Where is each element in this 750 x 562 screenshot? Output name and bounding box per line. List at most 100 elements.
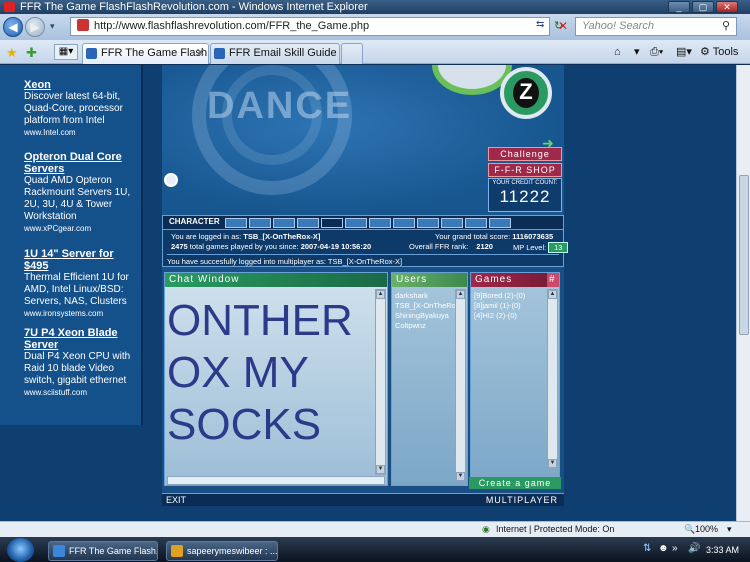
user-item[interactable]: TSB_[X-OnTheRo (395, 301, 456, 310)
users-scrollbar[interactable]: ▲ ▼ (455, 289, 466, 482)
feeds-icon[interactable]: ▾ (634, 44, 640, 60)
character-slot[interactable] (369, 218, 391, 228)
ad-item[interactable]: Opteron Dual Core Servers Quad AMD Opter… (24, 151, 134, 235)
games-hash[interactable]: # (547, 273, 559, 287)
chat-line: OX MY (167, 348, 309, 397)
ad-url[interactable]: www.Intel.com (24, 127, 134, 139)
search-input[interactable]: Yahoo! Search (575, 17, 737, 36)
character-slot[interactable] (225, 218, 247, 228)
page-menu-icon[interactable]: ▤▾ (676, 44, 692, 60)
user-item[interactable]: ShiningByakuya (395, 311, 449, 320)
user-item[interactable]: darkshark (395, 291, 428, 300)
create-game-button[interactable]: Create a game (469, 477, 561, 489)
close-tab-icon[interactable]: ✕ (196, 44, 205, 63)
character-slot[interactable] (249, 218, 271, 228)
ad-url[interactable]: www.ironsystems.com (24, 308, 134, 320)
games-scrollbar[interactable]: ▲ ▼ (547, 289, 558, 469)
page-scrollbar[interactable] (736, 65, 750, 521)
ffr-tab-icon (214, 48, 225, 59)
tray-network-icon[interactable]: ⇅ (643, 543, 651, 554)
start-button[interactable] (7, 538, 34, 562)
zoom-level[interactable]: 100% (695, 522, 718, 537)
internet-zone-icon: ◉ (482, 524, 490, 534)
exit-button[interactable]: EXIT (166, 494, 186, 506)
clock[interactable]: 3:33 AM (706, 542, 739, 558)
maximize-button[interactable]: ▢ (692, 1, 714, 13)
scroll-down-icon[interactable]: ▼ (376, 465, 385, 474)
close-window-button[interactable]: ✕ (716, 1, 738, 13)
ie-icon (53, 545, 65, 557)
print-icon[interactable]: ⎙▾ (650, 44, 663, 60)
chat-line: ONTHER (167, 296, 353, 345)
character-slot[interactable] (465, 218, 487, 228)
grand-total: 1116073635 (512, 232, 554, 241)
game-item[interactable]: [4]HI2 (2)-(0) (474, 311, 517, 320)
favorites-star-icon[interactable]: ★ (6, 45, 18, 61)
ad-title[interactable]: 7U P4 Xeon Blade Server (24, 327, 134, 351)
security-zone[interactable]: Internet | Protected Mode: On (496, 522, 614, 537)
tray-chevron-icon[interactable]: » (672, 543, 678, 554)
zoom-dropdown-icon[interactable]: ▾ (727, 522, 732, 537)
ad-item[interactable]: 1U 14" Server for $495 Thermal Efficient… (24, 248, 134, 320)
character-slot[interactable] (489, 218, 511, 228)
ad-text: Discover latest 64-bit, Quad-Core, proce… (24, 91, 123, 126)
ad-item[interactable]: 7U P4 Xeon Blade Server Dual P4 Xeon CPU… (24, 327, 134, 399)
scroll-down-icon[interactable]: ▼ (456, 472, 465, 481)
ad-title[interactable]: Opteron Dual Core Servers (24, 151, 134, 175)
game-item[interactable]: [8]jamil (1)-(0) (474, 301, 521, 310)
tab-ffr-email-skill-guide[interactable]: FFR Email Skill Guide Probl... (210, 43, 340, 64)
challenge-button[interactable]: Challenge (488, 147, 562, 161)
character-slot[interactable] (441, 218, 463, 228)
user-item[interactable]: Coltpwnz (395, 321, 426, 330)
home-icon[interactable]: ⌂ (614, 44, 621, 60)
scroll-down-icon[interactable]: ▼ (548, 459, 557, 468)
character-slot[interactable] (393, 218, 415, 228)
ad-item[interactable]: Xeon Discover latest 64-bit, Quad-Core, … (24, 79, 134, 139)
scroll-up-icon[interactable]: ▲ (376, 290, 385, 299)
tray-messenger-icon[interactable]: ☻ (658, 543, 669, 554)
character-header: CHARACTER (163, 216, 563, 230)
character-slot[interactable] (273, 218, 295, 228)
tools-menu[interactable]: ⚙ Tools (700, 44, 738, 60)
game-item[interactable]: [9]Bored (2)-(0) (474, 291, 525, 300)
scroll-up-icon[interactable]: ▲ (548, 290, 557, 299)
new-tab-button[interactable] (341, 43, 363, 64)
sound-toggle-icon[interactable] (164, 173, 178, 187)
character-slot[interactable] (345, 218, 367, 228)
address-bar[interactable]: http://www.flashflashrevolution.com/FFR_… (70, 17, 550, 36)
add-favorites-icon[interactable]: ✚ (26, 45, 37, 61)
ad-title[interactable]: 1U 14" Server for $495 (24, 248, 134, 272)
game-header: DANCE Z ➜ Challenge F-F-R SHOP YOUR CRED… (162, 65, 564, 215)
search-icon[interactable]: ⚲ (722, 19, 730, 32)
scroll-up-icon[interactable]: ▲ (456, 290, 465, 299)
character-slot[interactable] (297, 218, 319, 228)
ad-url[interactable]: www.xPCgear.com (24, 223, 134, 235)
minimize-button[interactable]: _ (668, 1, 690, 13)
rss-dropdown-icon[interactable]: ⇆ (536, 19, 550, 33)
username: TSB_[X-OnTheRox-X] (243, 232, 321, 241)
flash-game[interactable]: DANCE Z ➜ Challenge F-F-R SHOP YOUR CRED… (162, 65, 569, 506)
character-slot[interactable] (321, 218, 343, 228)
tray-volume-icon[interactable]: 🔊 (688, 543, 700, 554)
ad-title[interactable]: Xeon (24, 79, 134, 91)
ffr-shop-button[interactable]: F-F-R SHOP (488, 163, 562, 177)
character-slot[interactable] (417, 218, 439, 228)
chat-scrollbar[interactable]: ▲ ▼ (375, 289, 386, 475)
window-title-bar: FFR The Game FlashFlashRevolution.com - … (0, 0, 750, 14)
tab-ffr-the-game[interactable]: FFR The Game FlashFla... ✕ (82, 43, 209, 64)
back-button[interactable]: ◀ (3, 17, 23, 37)
stop-icon[interactable]: ✕ (558, 20, 570, 32)
credit-label: YOUR CREDIT COUNT: (492, 180, 558, 186)
page-scroll-thumb[interactable] (739, 175, 749, 335)
grand-total-line: Your grand total score: 1116073635 (435, 232, 553, 241)
quick-tabs-button[interactable]: ▦▾ (54, 44, 78, 60)
forward-button[interactable]: ▶ (25, 17, 45, 37)
ad-url[interactable]: www.sciistuff.com (24, 387, 134, 399)
recent-pages-dropdown-icon[interactable]: ▾ (50, 21, 62, 33)
taskbar-item-chat[interactable]: sapeerymeswibeer : ... (166, 541, 278, 561)
tab-label: FFR The Game FlashFla... (101, 47, 208, 59)
taskbar-item-ie[interactable]: FFR The Game Flash... (48, 541, 158, 561)
address-url: http://www.flashflashrevolution.com/FFR_… (94, 20, 370, 32)
zoom-icon[interactable]: 🔍 (684, 522, 695, 537)
chat-input[interactable] (167, 476, 385, 485)
